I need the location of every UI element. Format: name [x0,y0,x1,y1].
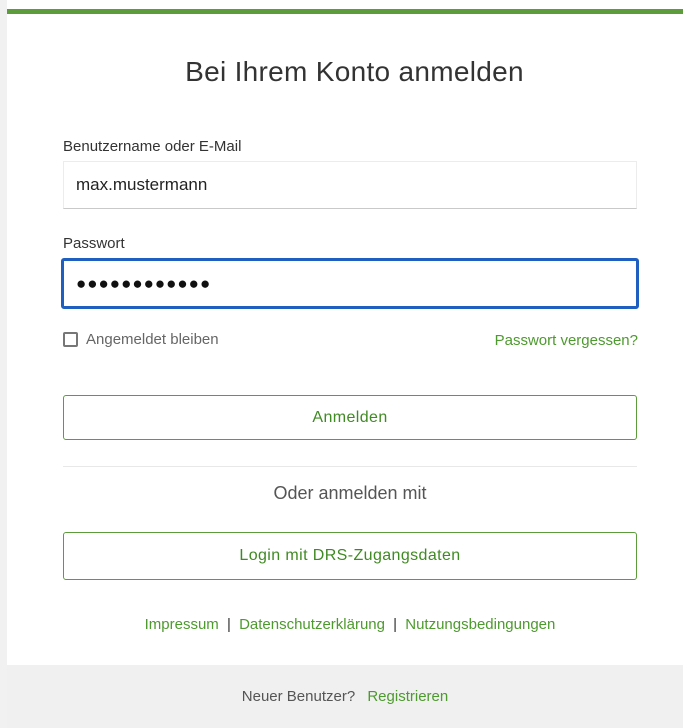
drs-login-button[interactable]: Login mit DRS-Zugangsdaten [63,532,637,580]
divider [63,466,637,467]
separator: | [393,616,398,633]
password-field[interactable]: ●●●●●●●●●●●● [61,258,639,309]
footer: Neuer Benutzer? Registrieren [7,665,683,728]
register-link[interactable]: Registrieren [367,688,448,705]
separator: | [226,616,231,633]
username-field[interactable]: max.mustermann [63,161,637,209]
remember-checkbox[interactable] [63,332,78,347]
new-user-question: Neuer Benutzer? [241,688,356,705]
left-gutter [0,0,7,728]
login-page: Bei Ihrem Konto anmelden Benutzername od… [0,0,683,728]
remember-label: Angemeldet bleiben [86,331,219,348]
impressum-link[interactable]: Impressum [145,616,219,633]
login-button[interactable]: Anmelden [63,395,637,440]
top-accent-bar [7,9,683,14]
username-label: Benutzername oder E-Mail [63,138,242,155]
legal-links: Impressum | Datenschutzerklärung | Nutzu… [63,616,637,633]
remember-me[interactable]: Angemeldet bleiben [63,331,219,348]
forgot-password-link[interactable]: Passwort vergessen? [495,332,638,349]
terms-link[interactable]: Nutzungsbedingungen [405,616,555,633]
password-label: Passwort [63,235,125,252]
or-login-with-text: Oder anmelden mit [273,483,427,503]
privacy-link[interactable]: Datenschutzerklärung [239,616,385,633]
page-title: Bei Ihrem Konto anmelden [185,56,524,87]
password-mask: ●●●●●●●●●●●● [76,274,212,293]
